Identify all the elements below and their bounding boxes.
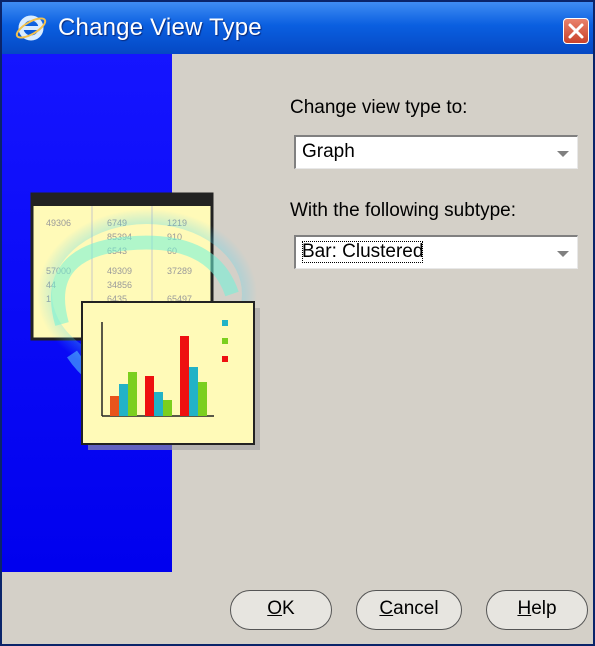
- ok-label-rest: K: [282, 598, 295, 619]
- cancel-mnemonic: C: [379, 598, 394, 619]
- view-type-label: Change view type to:: [290, 97, 468, 118]
- chevron-down-icon[interactable]: [553, 247, 573, 261]
- dialog-title: Change View Type: [58, 14, 262, 41]
- subtype-dropdown[interactable]: Bar: Clustered: [294, 235, 578, 269]
- table-to-graph-illustration: 49306 6749 1219 85394 910 6543 60 57000 …: [22, 192, 272, 450]
- subtype-label: With the following subtype:: [290, 200, 517, 221]
- subtype-value: Bar: Clustered: [302, 241, 424, 263]
- cancel-button[interactable]: Cancel: [356, 590, 462, 630]
- help-label-rest: elp: [531, 598, 557, 619]
- table-cell: 37289: [167, 266, 192, 276]
- change-view-type-dialog: Change View Type 49306 6749 1219 85394 9…: [0, 0, 595, 646]
- help-mnemonic: H: [517, 598, 532, 619]
- ok-button[interactable]: OK: [230, 590, 332, 630]
- ok-mnemonic: O: [267, 598, 283, 619]
- title-bar: Change View Type: [2, 2, 593, 54]
- view-type-value: Graph: [302, 141, 355, 162]
- view-type-dropdown[interactable]: Graph: [294, 135, 578, 169]
- close-button[interactable]: [563, 18, 589, 44]
- ie-logo-icon: [14, 13, 48, 43]
- chevron-down-icon[interactable]: [553, 147, 573, 161]
- cancel-label-rest: ancel: [393, 598, 439, 619]
- table-cell: 49309: [107, 266, 132, 276]
- table-cell: 34856: [107, 280, 132, 290]
- help-button[interactable]: Help: [486, 590, 588, 630]
- close-icon: [568, 23, 584, 39]
